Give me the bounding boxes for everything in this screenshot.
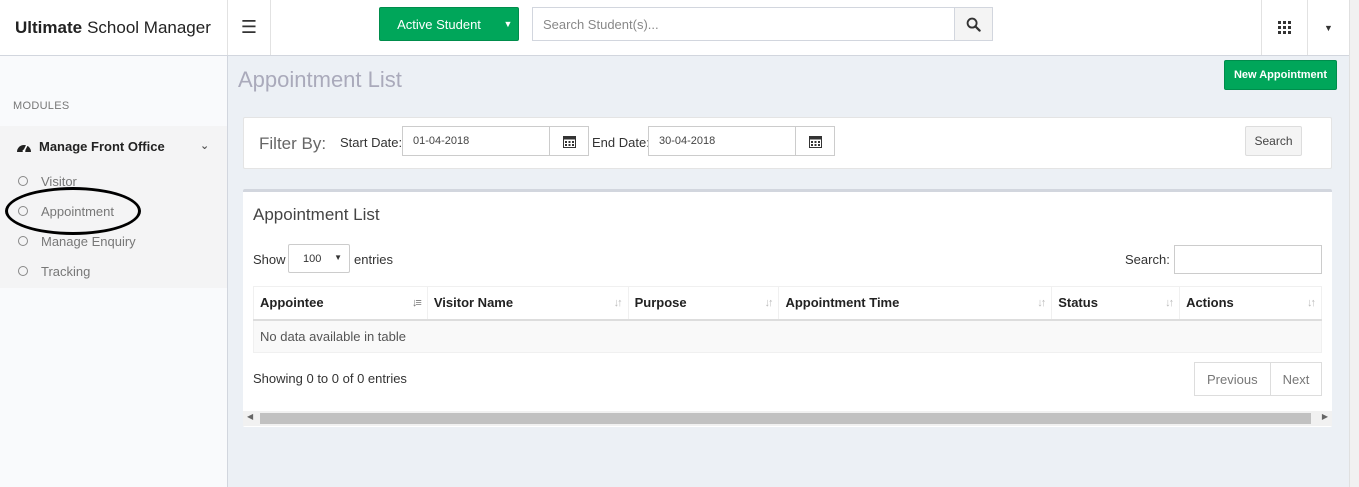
list-title: Appointment List xyxy=(253,205,380,224)
column-header-visitor-name[interactable]: Visitor Name ↓↑ xyxy=(427,286,629,321)
scroll-left-icon[interactable]: ◀ xyxy=(247,412,253,421)
sidebar-item-label: Visitor xyxy=(41,173,77,189)
scrollbar-thumb[interactable] xyxy=(260,413,1311,424)
user-menu-button[interactable]: ▼ xyxy=(1307,0,1349,55)
calendar-icon xyxy=(562,135,576,148)
page-title: Appointment List xyxy=(238,67,402,92)
top-navbar: Ultimate School Manager ☰ Active Student… xyxy=(0,0,1359,56)
horizontal-scrollbar[interactable]: ◀ ▶ xyxy=(243,411,1332,426)
sidebar-item-label: Appointment xyxy=(41,203,114,219)
sort-icon: ↓↑ xyxy=(1165,297,1174,309)
sort-icon: ↓↑ xyxy=(613,297,623,309)
sidebar-item-manage-front-office[interactable]: Manage Front Office ⌄ xyxy=(0,126,227,166)
start-date-field: 01-04-2018 xyxy=(402,126,589,156)
previous-page-button[interactable]: Previous xyxy=(1194,362,1271,396)
end-date-input[interactable]: 30-04-2018 xyxy=(648,126,796,156)
column-header-appointee[interactable]: Appointee ↓≡ xyxy=(253,286,428,321)
pagination: Previous Next xyxy=(1194,362,1323,396)
brand-rest: School Manager xyxy=(87,17,211,37)
sidebar-item-label: Manage Enquiry xyxy=(41,233,136,249)
calendar-icon xyxy=(808,135,822,148)
end-date-label: End Date: xyxy=(592,135,650,150)
caret-down-icon: ▼ xyxy=(334,253,342,262)
start-date-calendar-button[interactable] xyxy=(550,126,589,156)
empty-table-message: No data available in table xyxy=(253,319,1322,353)
sidebar-item-visitor[interactable]: Visitor xyxy=(0,166,227,196)
vertical-scrollbar[interactable] xyxy=(1349,0,1359,487)
sidebar-item-appointment[interactable]: Appointment xyxy=(0,196,227,226)
sidebar-group-label: Manage Front Office xyxy=(39,138,165,154)
appointment-table: Appointee ↓≡ Visitor Name ↓↑ Purpose ↓↑ App… xyxy=(253,286,1322,353)
sidebar-item-label: Tracking xyxy=(41,263,91,279)
menu-group-front-office: Manage Front Office ⌄ Visitor Appointmen… xyxy=(0,126,227,288)
table-info: Showing 0 to 0 of 0 entries xyxy=(253,371,407,386)
chevron-down-icon: ⌄ xyxy=(200,140,210,152)
caret-down-icon: ▼ xyxy=(1324,22,1333,33)
sidebar-item-manage-enquiry[interactable]: Manage Enquiry xyxy=(0,226,227,256)
grid-icon xyxy=(1278,21,1291,34)
caret-down-icon: ▼ xyxy=(503,19,513,29)
circle-icon xyxy=(18,236,28,246)
start-date-input[interactable]: 01-04-2018 xyxy=(402,126,550,156)
circle-icon xyxy=(18,176,28,186)
sort-icon: ↓↑ xyxy=(764,297,773,309)
page-length-select[interactable]: 100 ▼ xyxy=(288,244,350,273)
sort-asc-icon: ↓≡ xyxy=(411,297,422,309)
table-row: No data available in table xyxy=(253,319,1322,353)
hamburger-icon: ☰ xyxy=(240,17,258,37)
active-student-label: Active Student xyxy=(397,16,481,32)
sidebar: MODULES Manage Front Office ⌄ Visitor Ap… xyxy=(0,56,228,487)
entries-label: entries xyxy=(354,252,394,267)
student-search xyxy=(532,7,993,41)
circle-icon xyxy=(18,266,28,276)
search-icon xyxy=(966,17,981,32)
apps-grid-button[interactable] xyxy=(1261,0,1307,55)
dashboard-icon xyxy=(17,144,31,152)
end-date-calendar-button[interactable] xyxy=(796,126,835,156)
scroll-right-icon[interactable]: ▶ xyxy=(1322,412,1328,421)
active-student-dropdown[interactable]: Active Student ▼ xyxy=(379,7,519,41)
circle-icon xyxy=(18,206,28,216)
filter-search-button[interactable]: Search xyxy=(1245,126,1302,156)
column-header-purpose[interactable]: Purpose ↓↑ xyxy=(628,286,780,321)
new-appointment-button[interactable]: New Appointment xyxy=(1224,60,1337,90)
start-date-label: Start Date: xyxy=(340,135,403,150)
filter-panel: Filter By: Start Date: 01-04-2018 End Da… xyxy=(243,117,1332,169)
appointment-list-panel: Appointment List Show 100 ▼ entries Sear… xyxy=(243,189,1332,427)
column-header-appointment-time[interactable]: Appointment Time ↓↑ xyxy=(778,286,1053,321)
brand-logo[interactable]: Ultimate School Manager xyxy=(0,0,228,55)
next-page-button[interactable]: Next xyxy=(1270,362,1323,396)
end-date-field: 30-04-2018 xyxy=(648,126,835,156)
modules-header: MODULES xyxy=(13,100,70,112)
filter-by-label: Filter By: xyxy=(259,134,327,153)
page-length-value: 100 xyxy=(303,252,322,265)
table-search-input[interactable] xyxy=(1174,245,1322,274)
student-search-input[interactable] xyxy=(532,7,954,41)
sidebar-toggle-button[interactable]: ☰ xyxy=(228,0,271,55)
sort-icon: ↓↑ xyxy=(1037,297,1046,309)
sidebar-item-tracking[interactable]: Tracking xyxy=(0,256,227,286)
sort-icon: ↓↑ xyxy=(1307,297,1316,309)
column-header-actions[interactable]: Actions ↓↑ xyxy=(1179,286,1322,321)
brand-bold: Ultimate xyxy=(15,17,83,37)
show-label: Show xyxy=(253,252,286,267)
column-header-status[interactable]: Status ↓↑ xyxy=(1051,286,1181,321)
table-search-label: Search: xyxy=(1125,252,1170,267)
student-search-button[interactable] xyxy=(954,7,993,41)
